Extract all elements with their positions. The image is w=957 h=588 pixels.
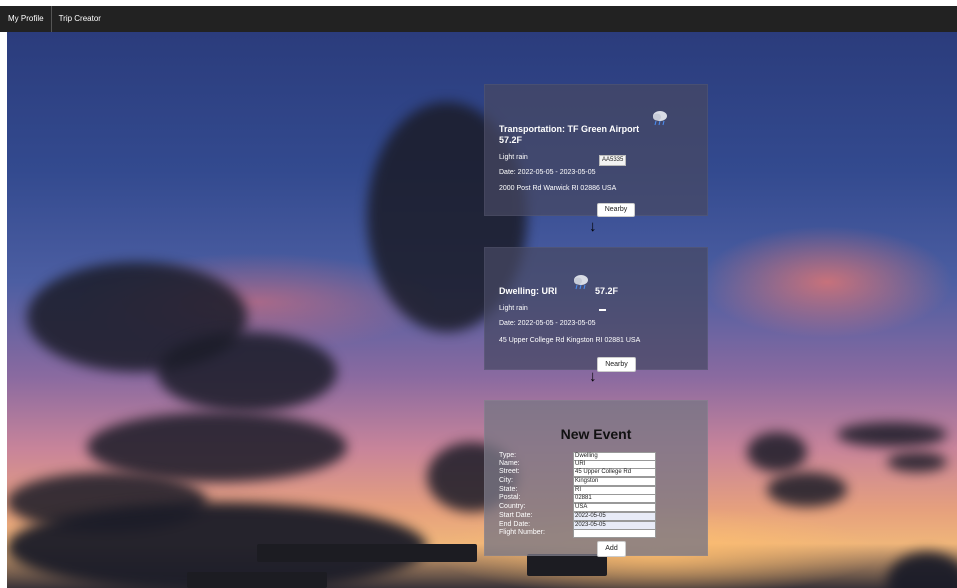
start-date-input[interactable]: 2022-05-05 <box>573 512 656 521</box>
label-start-date: Start Date: <box>499 512 533 519</box>
weather-condition: Light rain <box>499 305 528 312</box>
down-arrow-icon: ↓ <box>589 218 597 235</box>
top-nav-bar: My Profile Trip Creator <box>0 6 957 32</box>
nearby-button[interactable]: Nearby <box>597 357 636 372</box>
rain-cloud-icon <box>653 111 667 126</box>
postal-input[interactable]: 02881 <box>573 494 656 503</box>
card-title: Dwelling: URI <box>499 286 557 296</box>
event-dates: Date: 2022-05-05 - 2023-05-05 <box>499 169 596 176</box>
down-arrow-icon: ↓ <box>589 368 597 385</box>
form-title: New Event <box>560 426 632 442</box>
label-end-date: End Date: <box>499 521 531 528</box>
dash-icon <box>599 309 606 311</box>
label-name: Name: <box>499 460 520 467</box>
city-input[interactable]: Kingston <box>573 477 656 486</box>
card-temperature: 57.2F <box>595 286 619 296</box>
label-city: City: <box>499 477 513 484</box>
label-flight-number: Flight Number: <box>499 529 545 536</box>
flight-number-input[interactable] <box>573 529 656 538</box>
street-input[interactable]: 45 Upper College Rd <box>573 468 656 477</box>
nav-trip-creator[interactable]: Trip Creator <box>52 6 108 32</box>
label-type: Type: <box>499 452 517 459</box>
label-postal: Postal: <box>499 494 521 501</box>
flight-number-badge: AA5335 <box>599 155 627 166</box>
card-temperature: 57.2F <box>499 135 523 145</box>
event-address: 45 Upper College Rd Kingston RI 02881 US… <box>499 337 641 344</box>
rain-cloud-icon <box>574 275 588 290</box>
nearby-button[interactable]: Nearby <box>597 203 635 217</box>
label-street: Street: <box>499 468 520 475</box>
event-card-dwelling: Dwelling: URI 57.2F Light rain Date: 202… <box>484 247 708 370</box>
country-input[interactable]: USA <box>573 503 656 512</box>
new-event-form: New Event Type: Dwelling Name: URI Stree… <box>484 400 708 556</box>
add-button[interactable]: Add <box>597 541 626 557</box>
card-title: Transportation: TF Green Airport <box>499 124 640 134</box>
event-dates: Date: 2022-05-05 - 2023-05-05 <box>499 320 596 327</box>
nav-my-profile[interactable]: My Profile <box>0 6 52 32</box>
label-country: Country: <box>499 503 526 510</box>
weather-condition: Light rain <box>499 154 528 161</box>
event-address: 2000 Post Rd Warwick RI 02886 USA <box>499 185 617 192</box>
label-state: State: <box>499 486 518 493</box>
sunset-background <box>7 32 957 588</box>
event-card-transportation: Transportation: TF Green Airport 57.2F L… <box>484 84 708 216</box>
